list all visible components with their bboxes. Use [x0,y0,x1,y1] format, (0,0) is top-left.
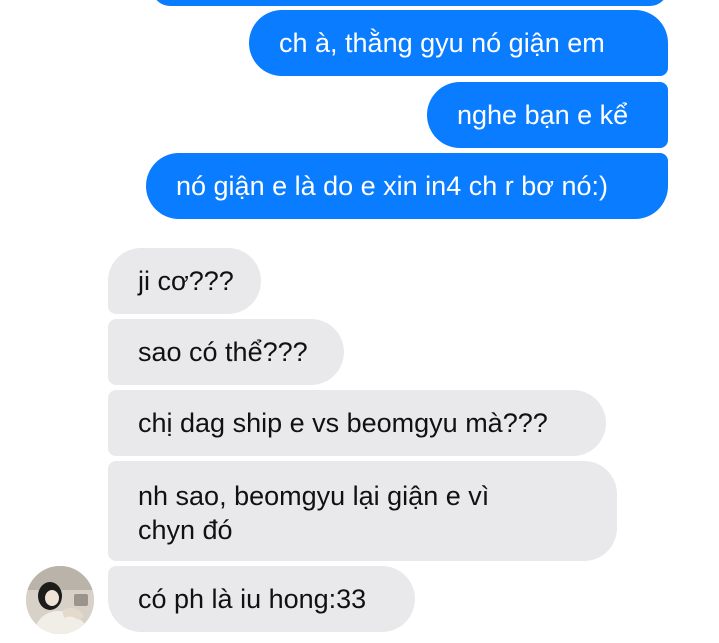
incoming-message[interactable]: chị dag ship e vs beomgyu mà??? [108,390,606,456]
outgoing-message-partial[interactable] [152,0,668,6]
incoming-message[interactable]: sao có thể??? [108,319,344,385]
message-text: ch à, thằng gyu nó giận em [279,28,605,58]
outgoing-message[interactable]: ch à, thằng gyu nó giận em [249,10,668,76]
message-text: nh sao, beomgyu lại giận e vì chyn đó [138,481,490,545]
message-text: nó giận e là do e xin in4 ch r bơ nó:) [176,171,608,201]
incoming-message[interactable]: có ph là iu hong:33 [108,566,415,632]
message-text: nghe bạn e kể [457,100,629,130]
outgoing-message[interactable]: nghe bạn e kể [427,82,668,148]
message-text: ji cơ??? [138,266,234,296]
chat-thread: ch à, thằng gyu nó giận em nghe bạn e kể… [0,0,719,643]
message-text: có ph là iu hong:33 [138,584,367,614]
message-text: chị dag ship e vs beomgyu mà??? [138,408,548,438]
contact-avatar[interactable] [26,566,94,634]
incoming-message[interactable]: ji cơ??? [108,248,261,314]
message-text: sao có thể??? [138,337,308,367]
avatar-photo-icon [26,566,94,634]
incoming-message[interactable]: nh sao, beomgyu lại giận e vì chyn đó [108,461,617,561]
outgoing-message[interactable]: nó giận e là do e xin in4 ch r bơ nó:) [146,153,668,219]
